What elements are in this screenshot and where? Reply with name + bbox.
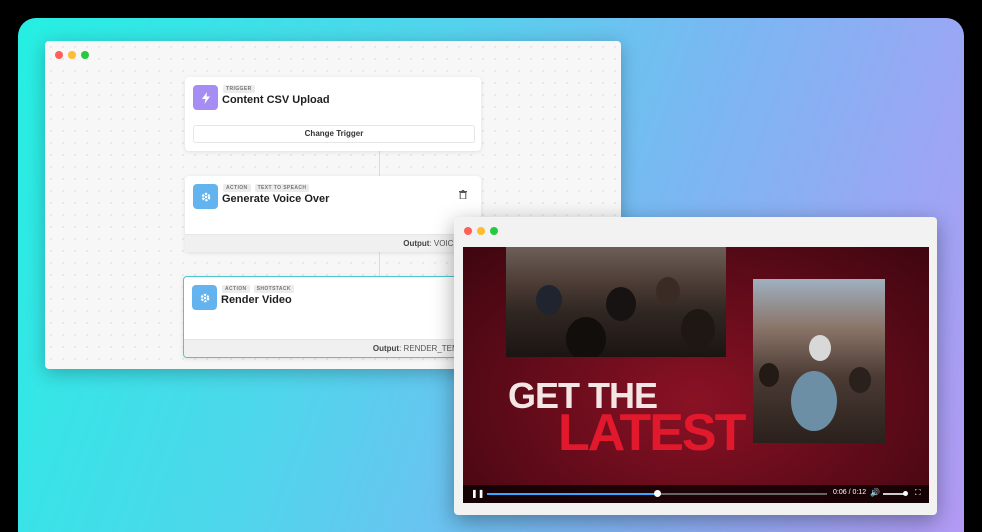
trigger-card[interactable]: TRIGGER Content CSV Upload Change Trigge… bbox=[185, 77, 481, 151]
voice-over-card[interactable]: ACTION TEXT TO SPEACH Generate Voice Ove… bbox=[185, 176, 481, 252]
volume-icon[interactable]: 🔊 bbox=[870, 488, 880, 497]
fullscreen-icon[interactable]: ⛶ bbox=[915, 488, 921, 498]
video-player[interactable]: GET THE LATEST ❚❚ 0:06 / 0:12 🔊 ⛶ bbox=[463, 247, 929, 503]
render-video-title: Render Video bbox=[221, 294, 292, 306]
voice-over-title: Generate Voice Over bbox=[222, 193, 330, 205]
window-controls bbox=[464, 227, 498, 235]
connector-line bbox=[379, 151, 380, 176]
volume-handle[interactable] bbox=[902, 491, 908, 496]
minimize-dot[interactable] bbox=[477, 227, 485, 235]
service-tag: TEXT TO SPEACH bbox=[254, 184, 310, 192]
service-tag: SHOTSTACK bbox=[253, 285, 294, 293]
window-controls bbox=[55, 51, 89, 59]
volume-slider[interactable] bbox=[883, 491, 908, 496]
trigger-tag: TRIGGER bbox=[223, 85, 255, 93]
action-tag: ACTION bbox=[222, 285, 250, 293]
tag-row: ACTION TEXT TO SPEACH bbox=[223, 184, 310, 192]
time-readout: 0:06 / 0:12 bbox=[833, 489, 867, 496]
pause-icon[interactable]: ❚❚ bbox=[471, 489, 484, 498]
progress-handle[interactable] bbox=[654, 490, 661, 497]
tag-row: ACTION SHOTSTACK bbox=[222, 285, 294, 293]
protest-crowd-photo bbox=[506, 247, 726, 357]
player-controls: ❚❚ 0:06 / 0:12 🔊 ⛶ bbox=[463, 485, 929, 503]
gear-icon bbox=[193, 184, 218, 209]
lightning-icon bbox=[193, 85, 218, 110]
maximize-dot[interactable] bbox=[81, 51, 89, 59]
output-label: Output bbox=[403, 239, 430, 248]
progress-fill bbox=[487, 493, 657, 495]
close-dot[interactable] bbox=[464, 227, 472, 235]
close-dot[interactable] bbox=[55, 51, 63, 59]
trash-icon[interactable] bbox=[459, 186, 467, 204]
headline-line-2: LATEST bbox=[558, 404, 746, 462]
action-tag: ACTION bbox=[223, 184, 251, 192]
tag-row: TRIGGER bbox=[223, 85, 255, 93]
progress-bar[interactable] bbox=[487, 490, 827, 497]
minimize-dot[interactable] bbox=[68, 51, 76, 59]
gear-icon bbox=[192, 285, 217, 310]
output-footer: Output: RENDER_TEMP bbox=[184, 339, 480, 357]
maximize-dot[interactable] bbox=[490, 227, 498, 235]
render-video-card[interactable]: ACTION SHOTSTACK Render Video Output: RE… bbox=[183, 276, 481, 358]
connector-line bbox=[379, 251, 380, 277]
trigger-title: Content CSV Upload bbox=[222, 94, 330, 106]
output-label: Output bbox=[372, 344, 400, 353]
output-footer: Output: VOICEO bbox=[185, 234, 481, 252]
change-trigger-button[interactable]: Change Trigger bbox=[193, 125, 475, 143]
video-preview-window: GET THE LATEST ❚❚ 0:06 / 0:12 🔊 ⛶ bbox=[454, 217, 937, 515]
megaphone-protest-photo bbox=[753, 279, 885, 443]
